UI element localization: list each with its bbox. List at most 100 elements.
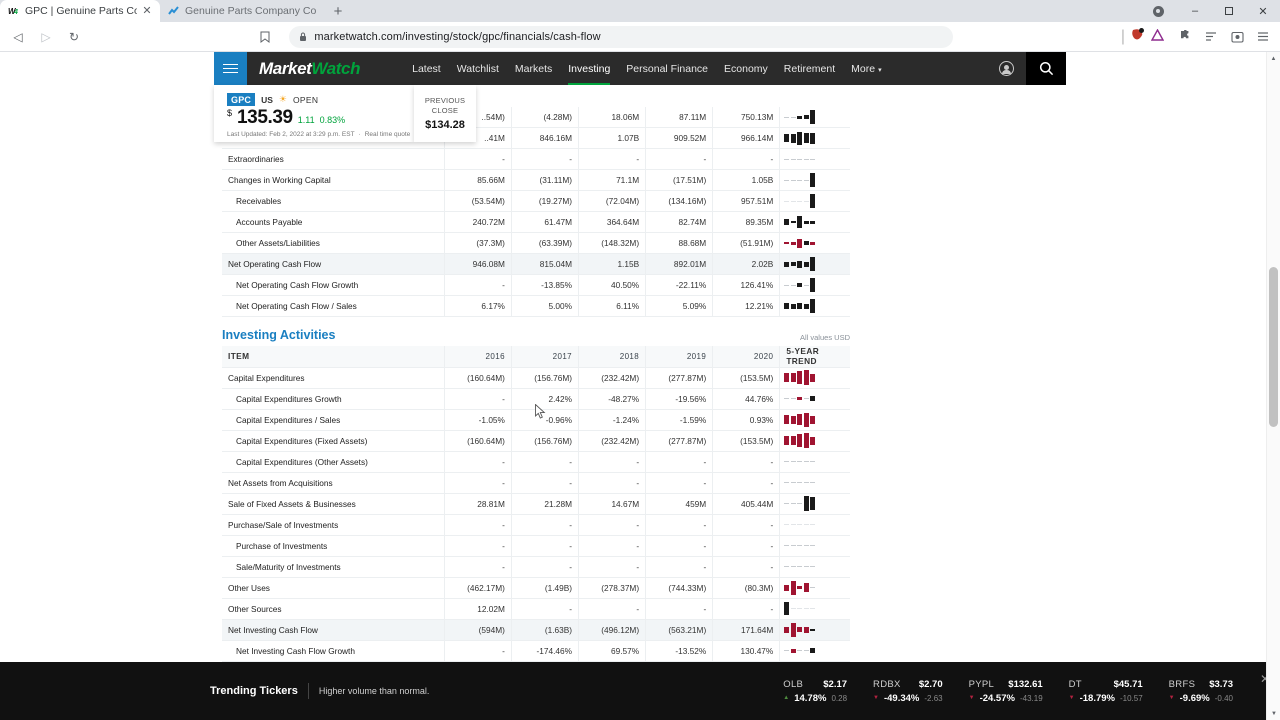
table-row[interactable]: Capital Expenditures (Other Assets) - - - - - [222, 451, 850, 473]
table-row[interactable]: Net Operating Cash Flow 946.08M 815.04M 1.1… [222, 253, 850, 276]
sparkline-bar [810, 586, 816, 589]
page-left-margin [0, 52, 214, 720]
bookmark-icon[interactable] [253, 25, 277, 49]
sparkline-bar [790, 179, 796, 181]
sparkline [784, 473, 846, 493]
sparkline-bar [803, 220, 809, 224]
table-row[interactable]: Sale of Fixed Assets & Businesses 28.81M 2… [222, 493, 850, 515]
ticker-badge[interactable]: GPC [227, 93, 256, 106]
trending-ticker-item[interactable]: RDBX $2.70 ▼ -49.34% -2.63 [860, 679, 956, 704]
row-value-cell: 126.41% [712, 274, 781, 297]
account-button[interactable] [986, 52, 1026, 85]
sparkline [784, 296, 846, 316]
back-icon[interactable]: ◁ [6, 25, 30, 49]
sparkline-bar [803, 284, 809, 286]
table-row[interactable]: Other Uses (462.17M) (1.49B) (278.37M) (744.… [222, 577, 850, 599]
row-trend-cell [779, 493, 850, 515]
sparkline-bar [790, 607, 796, 610]
ticker-price: $45.71 [1113, 678, 1143, 690]
sparkline-bar [810, 220, 816, 224]
table-row[interactable]: Purchase of Investments - - - - - [222, 535, 850, 557]
warning-extension-icon[interactable] [1150, 28, 1165, 46]
nav-item-economy[interactable]: Economy [716, 52, 776, 85]
scrollbar-up-arrow[interactable]: ▲ [1267, 52, 1280, 65]
row-item-label: Changes in Working Capital [222, 169, 445, 192]
new-tab-button[interactable]: + [325, 0, 351, 22]
nav-item-more[interactable]: More ▾ [843, 52, 889, 85]
sparkline-bar [784, 134, 790, 143]
browser-profile-icon[interactable] [1138, 0, 1178, 22]
sparkline-bar [797, 283, 803, 288]
trending-ticker-item[interactable]: PYPL $132.61 ▼ -24.57% -43.19 [956, 679, 1056, 704]
sparkline-bar [784, 158, 790, 160]
divider [307, 683, 309, 699]
ticker-price: $2.70 [918, 678, 943, 690]
table-row[interactable]: Net Investing Cash Flow Growth - -174.46% 6… [222, 640, 850, 662]
table-row[interactable]: Other Assets/Liabilities (37.3M) (63.39M)(… [222, 232, 850, 255]
scrollbar-thumb[interactable] [1269, 267, 1278, 427]
scrollbar-down-arrow[interactable]: ▼ [1267, 707, 1280, 720]
table-row[interactable]: Net Operating Cash Flow / Sales 6.17% 5.00… [222, 295, 850, 318]
table-row[interactable]: Other Sources 12.02M - - - - [222, 598, 850, 620]
col-header-trend: 5-YEAR TREND [779, 346, 850, 368]
table-row[interactable]: Capital Expenditures (160.64M) (156.76M) (2… [222, 367, 850, 389]
sparkline-bar [790, 200, 796, 202]
nav-item-investing[interactable]: Investing [560, 52, 618, 85]
ticker-bottom-row: ▼ -49.34% -2.63 [873, 693, 943, 704]
browser-menu-icon[interactable] [1252, 26, 1274, 48]
tab-close-icon[interactable]: ✕ [142, 5, 152, 17]
sparkline-bar [784, 481, 790, 484]
trending-ticker-item[interactable]: OLB $2.17 ▲ 14.78% 0.28 [770, 679, 860, 704]
browser-tab-active[interactable]: W 4 GPC | Genuine Parts Co. Annual C ✕ [0, 0, 160, 22]
table-row[interactable]: Capital Expenditures (Fixed Assets) (160.… [222, 430, 850, 452]
row-value-cell: (462.17M) [444, 577, 512, 599]
ticker-change-value: -43.19 [1019, 693, 1043, 703]
wallet-extension-icon[interactable] [1131, 27, 1145, 46]
nav-item-latest[interactable]: Latest [404, 52, 449, 85]
address-bar[interactable]: marketwatch.com/investing/stock/gpc/fina… [289, 25, 954, 48]
extensions-icon[interactable] [1174, 26, 1196, 48]
window-minimize-button[interactable]: – [1178, 0, 1212, 22]
financials-content: ..54M) (4.28M) 18.06M 87.11M 750.13M ..41M 846… [214, 85, 1066, 720]
table-row[interactable]: Net Investing Cash Flow (594M) (1.63B) (496… [222, 619, 850, 641]
page-scrollbar[interactable]: ▲ ▼ [1266, 52, 1280, 720]
row-trend-cell [779, 472, 850, 494]
reading-list-icon[interactable] [1200, 26, 1222, 48]
window-close-button[interactable]: ✕ [1246, 0, 1280, 22]
nav-item-retirement[interactable]: Retirement [776, 52, 843, 85]
table-row[interactable]: Receivables (53.54M) (19.27M) (72.04M) (134.… [222, 190, 850, 213]
row-value-cell: (1.63B) [511, 619, 580, 641]
marketwatch-logo[interactable]: MarketWatch [259, 59, 361, 79]
profile-avatar-icon[interactable] [1226, 26, 1248, 48]
forward-icon[interactable]: ▷ [34, 25, 58, 49]
table-row[interactable]: Net Operating Cash Flow Growth - -13.85% 40… [222, 274, 850, 297]
trending-ticker-item[interactable]: BRFS $3.73 ▼ -9.69% -0.40 [1156, 679, 1246, 704]
window-maximize-button[interactable] [1212, 0, 1246, 22]
search-button[interactable] [1026, 52, 1066, 85]
row-trend-cell [779, 295, 850, 318]
nav-item-markets[interactable]: Markets [507, 52, 560, 85]
site-menu-button[interactable] [214, 52, 247, 85]
table-row[interactable]: Sale/Maturity of Investments - - - - - [222, 556, 850, 578]
nav-item-personal-finance[interactable]: Personal Finance [618, 52, 716, 85]
sparkline-bar [784, 436, 790, 446]
row-value-cell: 5.09% [645, 295, 714, 318]
row-value-cell: - [511, 535, 580, 557]
row-value-cell: (148.32M) [578, 232, 647, 255]
ticker-change-pct: -24.57% [979, 692, 1015, 704]
table-row[interactable]: Changes in Working Capital 85.66M (31.11M)… [222, 169, 850, 192]
table-row[interactable]: Extraordinaries - - - - - [222, 149, 850, 171]
trending-ticker-item[interactable]: DT $45.71 ▼ -18.79% -10.57 [1056, 679, 1156, 704]
screen: W 4 GPC | Genuine Parts Co. Annual C ✕ G… [0, 0, 1280, 720]
browser-tab-inactive[interactable]: Genuine Parts Company Common Sto [160, 0, 325, 22]
sparkline-bar [797, 260, 803, 268]
reload-icon[interactable]: ↻ [62, 25, 86, 49]
row-value-cell: 846.16M [511, 127, 580, 150]
row-item-label: Net Operating Cash Flow / Sales [222, 295, 445, 318]
table-row[interactable]: Purchase/Sale of Investments - - - - - [222, 514, 850, 536]
trending-tickers-bar: Trending Tickers Higher volume than norm… [0, 662, 1280, 720]
nav-item-watchlist[interactable]: Watchlist [449, 52, 507, 85]
sparkline [784, 389, 846, 409]
table-row[interactable]: Net Assets from Acquisitions - - - - - [222, 472, 850, 494]
table-row[interactable]: Accounts Payable 240.72M 61.47M 364.64M 82.7… [222, 211, 850, 234]
